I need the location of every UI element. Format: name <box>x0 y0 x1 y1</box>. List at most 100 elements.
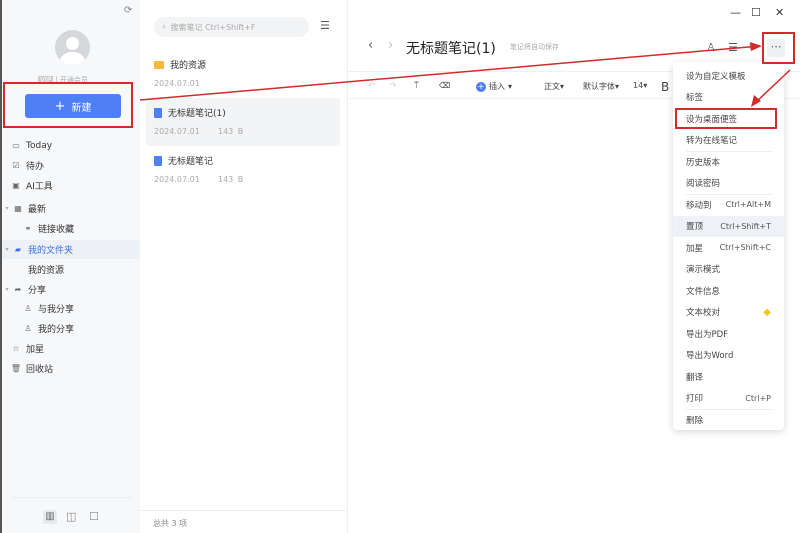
caret-down-icon[interactable]: ▾ <box>2 246 12 253</box>
sidebar-item[interactable]: ♙ 我的分享 <box>2 319 142 338</box>
divider <box>140 510 348 511</box>
insert-label: 插入 <box>489 82 505 91</box>
list-item[interactable]: 我的资源 2024.07.01 <box>146 50 340 98</box>
sidebar-item[interactable]: 我的资源 <box>2 260 142 279</box>
outline-icon[interactable]: ☰ <box>728 41 738 54</box>
menu-divider <box>686 409 772 410</box>
menu-item[interactable]: 加星 Ctrl+Shift+C <box>673 237 784 258</box>
menu-item-label: 置顶 <box>686 222 704 232</box>
menu-item-label: 导出为PDF <box>686 329 729 340</box>
insert-button[interactable]: + 插入 ▾ <box>476 81 512 92</box>
list-item[interactable]: 无标题笔记 2024.07.01 143 B <box>146 146 340 194</box>
menu-item-label: 文件信息 <box>686 286 721 297</box>
menu-item[interactable]: 置顶 Ctrl+Shift+T <box>673 215 784 237</box>
mindmap-icon[interactable]: ✂ <box>749 40 758 53</box>
sidebar-item-label: 回收站 <box>26 365 54 375</box>
caret-down-icon[interactable]: ▾ <box>2 205 12 212</box>
menu-item-label: 历史版本 <box>686 157 721 168</box>
menu-item-label: 演示模式 <box>686 265 721 275</box>
menu-item[interactable]: 导出为Word <box>673 345 784 366</box>
menu-item-label: 打印 <box>686 394 704 404</box>
sidebar-item[interactable]: ▭ Today <box>2 136 142 155</box>
menu-item[interactable]: 文件信息 <box>673 280 784 301</box>
menu-item-label: 转为在线笔记 <box>686 136 738 146</box>
single-column-layout-icon[interactable]: ☐ <box>89 510 99 523</box>
minimize-button[interactable]: — <box>730 6 741 19</box>
paragraph-style-select[interactable]: 正文▾ <box>544 81 564 92</box>
menu-item[interactable]: 设为自定义模板 <box>673 65 784 86</box>
share-icon: ➦ <box>14 285 22 294</box>
sidebar-item[interactable]: ♙ 与我分享 <box>2 299 142 318</box>
menu-item-label: 设为自定义模板 <box>686 71 746 82</box>
vip-diamond-icon: ◆ <box>763 306 771 318</box>
menu-item[interactable]: 演示模式 <box>673 259 784 280</box>
list-item[interactable]: 无标题笔记(1) 2024.07.01 143 B <box>146 98 340 146</box>
item-date: 2024.07.01 <box>154 127 200 136</box>
vip-link[interactable]: 开通会员 <box>60 76 88 84</box>
note-icon <box>154 107 162 118</box>
ai-icon: ▣ <box>12 181 20 190</box>
format-painter-icon[interactable]: ⍑ <box>414 81 419 91</box>
item-title: 我的资源 <box>170 61 207 71</box>
menu-item-label: 翻译 <box>686 372 704 383</box>
sidebar-item[interactable]: ▾ ▦ 最新 <box>2 199 142 218</box>
close-button[interactable]: ✕ <box>775 6 784 19</box>
sidebar-item[interactable]: ⚭ 链接收藏 <box>2 219 142 238</box>
forward-icon[interactable]: › <box>388 38 393 53</box>
maximize-button[interactable]: ☐ <box>751 6 761 19</box>
collaborate-icon[interactable]: ♙ <box>706 41 716 54</box>
note-icon <box>154 155 162 166</box>
eraser-icon[interactable]: ⌫ <box>439 81 450 90</box>
menu-item-label: 加星 <box>686 243 704 254</box>
sidebar-item[interactable]: ▾ ➦ 分享 <box>2 280 142 299</box>
sync-icon[interactable]: ⟳ <box>124 5 132 16</box>
sidebar-item-label: 与我分享 <box>38 305 75 315</box>
menu-item[interactable]: 删除 <box>673 409 784 430</box>
menu-item-label: 导出为Word <box>686 351 734 361</box>
sidebar-item[interactable]: ▾ ▰ 我的文件夹 <box>2 240 142 259</box>
item-size: 143 B <box>217 175 244 184</box>
avatar[interactable] <box>55 30 90 65</box>
item-date: 2024.07.01 <box>154 79 200 88</box>
menu-item[interactable]: 设为桌面便签 <box>673 108 784 129</box>
sidebar-item[interactable]: ▣ AI工具 <box>2 176 142 195</box>
note-title[interactable]: 无标题笔记(1) <box>406 38 496 58</box>
menu-item-label: 标签 <box>686 93 704 103</box>
redo-icon[interactable]: ↷ <box>390 81 397 90</box>
sidebar-item[interactable]: ☑ 待办 <box>2 156 142 175</box>
autosave-status: 笔记将自动保存 <box>510 43 559 51</box>
font-size-select[interactable]: 14▾ <box>633 81 647 90</box>
link-icon: ⚭ <box>24 224 32 233</box>
item-title: 无标题笔记 <box>168 157 214 167</box>
menu-item-shortcut: Ctrl+Shift+C <box>719 243 771 252</box>
sidebar-item-label: 待办 <box>26 162 45 172</box>
sort-icon[interactable]: ☰ <box>320 19 330 32</box>
menu-item[interactable]: 转为在线笔记 <box>673 130 784 151</box>
menu-item[interactable]: 导出为PDF <box>673 323 784 344</box>
menu-item[interactable]: 移动到 Ctrl+Alt+M <box>673 194 784 215</box>
more-options-button[interactable]: ⋯ <box>767 39 785 57</box>
font-select[interactable]: 默认字体▾ <box>583 81 619 92</box>
new-button[interactable]: + 新建 <box>25 94 121 118</box>
user-icon: ♙ <box>24 304 32 313</box>
search-icon: ⌕ <box>162 22 167 31</box>
two-column-layout-icon[interactable]: ◫ <box>66 510 76 523</box>
sidebar-item[interactable]: ☆ 加星 <box>2 339 142 358</box>
search-placeholder: 搜索笔记 Ctrl+Shift+F <box>170 22 256 32</box>
menu-divider <box>686 194 772 195</box>
menu-item[interactable]: 历史版本 <box>673 151 784 172</box>
search-input[interactable]: ⌕ 搜索笔记 Ctrl+Shift+F <box>154 17 309 37</box>
menu-item-shortcut: Ctrl+P <box>745 393 771 403</box>
undo-icon[interactable]: ↶ <box>368 81 375 90</box>
note-list: ⌕ 搜索笔记 Ctrl+Shift+F ☰ 我的资源 2024.07.01 无标题笔… <box>140 0 348 533</box>
menu-item[interactable]: 文本校对 ◆ <box>673 302 784 323</box>
menu-item[interactable]: 阅读密码 <box>673 173 784 194</box>
bold-button[interactable]: B <box>661 80 669 94</box>
sidebar-item[interactable]: 🗑 回收站 <box>2 359 142 378</box>
menu-item[interactable]: 标签 <box>673 87 784 108</box>
three-column-layout-icon[interactable]: ▥ <box>43 510 57 524</box>
caret-down-icon[interactable]: ▾ <box>2 286 12 293</box>
menu-item[interactable]: 翻译 <box>673 366 784 387</box>
menu-item[interactable]: 打印 Ctrl+P <box>673 388 784 409</box>
back-icon[interactable]: ‹ <box>368 38 373 53</box>
